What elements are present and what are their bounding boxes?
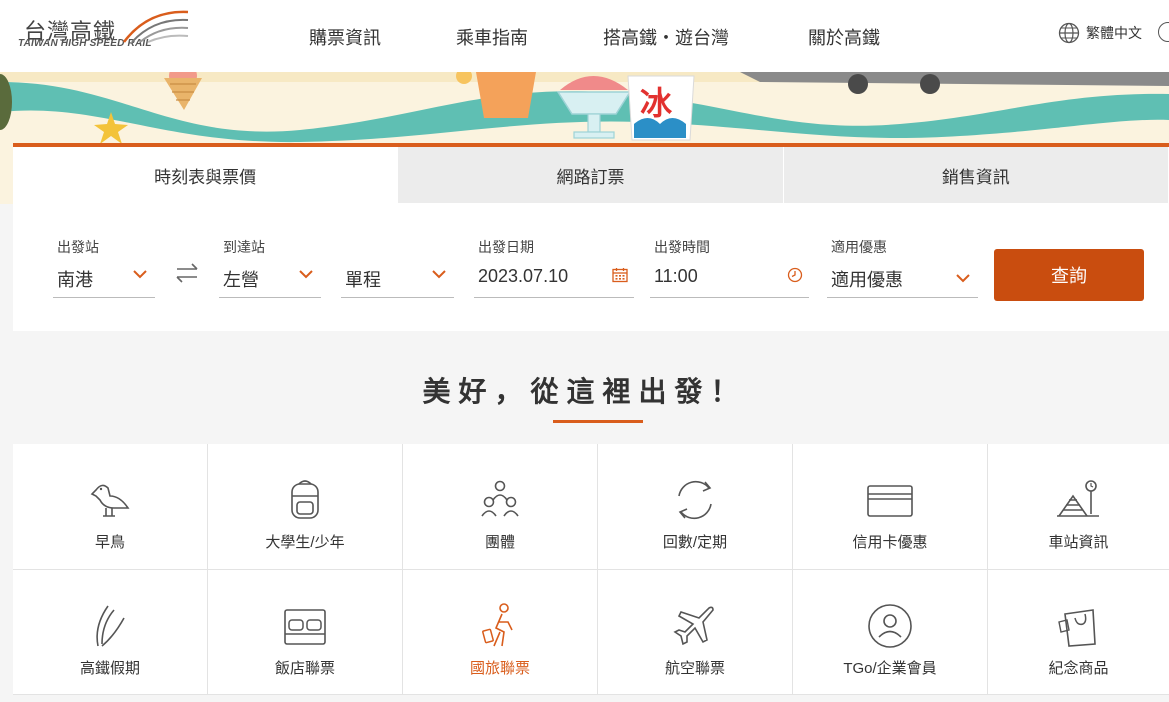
trip-type-select[interactable]: 單程 <box>341 237 454 298</box>
service-label: 飯店聯票 <box>274 660 335 677</box>
nav-travel-guide[interactable]: 乘車指南 <box>456 24 528 50</box>
nav-ticket-info[interactable]: 購票資訊 <box>309 24 381 50</box>
service-label: TGo/企業會員 <box>843 660 937 677</box>
tab-sales-info[interactable]: 銷售資訊 <box>783 147 1169 203</box>
language-switcher[interactable]: 繁體中文 <box>1058 22 1142 44</box>
tab-timetable[interactable]: 時刻表與票價 <box>13 147 399 203</box>
discount-value: 適用優惠 <box>831 270 903 290</box>
chevron-down-icon <box>956 274 970 283</box>
date-value: 2023.07.10 <box>478 266 569 286</box>
traveler-icon <box>482 603 513 647</box>
nav-travel-taiwan[interactable]: 搭高鐵・遊台灣 <box>603 24 729 50</box>
service-label: 車站資訊 <box>1048 534 1109 551</box>
booking-form: 出發站 南港 到達站 左營 單程 出發日期 2023.07.10 出發時間 11… <box>13 203 1169 331</box>
account-icon[interactable] <box>1158 22 1169 42</box>
service-tgo-member[interactable]: TGo/企業會員 <box>793 570 988 695</box>
credit-card-icon <box>867 485 913 517</box>
service-label: 團體 <box>484 534 515 551</box>
nav-about[interactable]: 關於高鐵 <box>808 24 880 50</box>
site-header: 台灣高鐵 TAIWAN HIGH SPEED RAIL 購票資訊 乘車指南 搭高… <box>0 0 1169 72</box>
time-field[interactable]: 出發時間 11:00 <box>650 237 809 298</box>
destination-select[interactable]: 到達站 左營 <box>219 237 321 298</box>
service-hotel[interactable]: 飯店聯票 <box>208 570 403 695</box>
member-icon <box>868 604 912 648</box>
service-label: 信用卡優惠 <box>852 534 928 551</box>
bed-icon <box>284 609 326 645</box>
booking-tabs: 時刻表與票價 網路訂票 銷售資訊 <box>13 147 1169 203</box>
group-icon <box>481 480 519 517</box>
service-group[interactable]: 團體 <box>403 444 598 570</box>
backpack-icon <box>291 480 319 519</box>
shopping-bag-icon <box>1057 609 1096 647</box>
service-early-bird[interactable]: 早鳥 <box>13 444 208 570</box>
swap-stations-icon[interactable] <box>173 261 201 285</box>
airplane-icon <box>673 606 714 646</box>
ice-sign-text: 冰 <box>640 85 673 121</box>
service-label: 早鳥 <box>94 534 125 551</box>
service-student[interactable]: 大學生/少年 <box>208 444 403 570</box>
logo-swoosh-icon <box>123 10 189 43</box>
services-grid: 早鳥 大學生/少年 團體 回數/定期 信用卡優惠 車站資訊 高鐵假期 飯店聯票 … <box>13 444 1169 695</box>
service-label: 國旅聯票 <box>469 660 530 677</box>
trip-type-value: 單程 <box>345 270 381 290</box>
section-title: 美好，從這裡出發！ <box>422 376 747 407</box>
chevron-down-icon <box>133 270 147 279</box>
cycle-icon <box>678 480 712 520</box>
chevron-down-icon <box>299 270 313 279</box>
bird-icon <box>90 484 130 517</box>
thsr-logo[interactable]: 台灣高鐵 TAIWAN HIGH SPEED RAIL <box>18 6 193 56</box>
chevron-down-icon <box>432 270 446 279</box>
service-label: 紀念商品 <box>1048 660 1109 677</box>
clock-icon <box>787 267 803 283</box>
time-value: 11:00 <box>654 266 698 286</box>
service-label: 航空聯票 <box>664 660 725 677</box>
service-air-ticket[interactable]: 航空聯票 <box>598 570 793 695</box>
service-holiday[interactable]: 高鐵假期 <box>13 570 208 695</box>
service-label: 大學生/少年 <box>265 534 345 551</box>
search-button[interactable]: 查詢 <box>994 249 1144 301</box>
date-label: 出發日期 <box>478 239 534 255</box>
service-domestic-travel[interactable]: 國旅聯票 <box>403 570 598 695</box>
leaf-icon <box>96 605 125 647</box>
origin-value: 南港 <box>57 270 93 290</box>
origin-select[interactable]: 出發站 南港 <box>53 237 155 298</box>
service-label: 回數/定期 <box>662 534 728 551</box>
station-icon <box>1056 480 1099 517</box>
destination-label: 到達站 <box>223 239 265 255</box>
origin-label: 出發站 <box>57 239 99 255</box>
service-souvenir[interactable]: 紀念商品 <box>988 570 1169 695</box>
service-multi-ride[interactable]: 回數/定期 <box>598 444 793 570</box>
service-credit-card[interactable]: 信用卡優惠 <box>793 444 988 570</box>
service-station-info[interactable]: 車站資訊 <box>988 444 1169 570</box>
discount-select[interactable]: 適用優惠 適用優惠 <box>827 237 978 298</box>
globe-icon <box>1058 22 1080 44</box>
date-field[interactable]: 出發日期 2023.07.10 <box>474 237 634 298</box>
discount-label: 適用優惠 <box>831 239 887 255</box>
service-label: 高鐵假期 <box>79 660 140 677</box>
destination-value: 左營 <box>223 270 259 290</box>
title-underline <box>553 420 643 423</box>
language-label: 繁體中文 <box>1086 25 1142 41</box>
tab-online-booking[interactable]: 網路訂票 <box>398 147 784 203</box>
calendar-icon <box>612 268 628 283</box>
time-label: 出發時間 <box>654 239 710 255</box>
